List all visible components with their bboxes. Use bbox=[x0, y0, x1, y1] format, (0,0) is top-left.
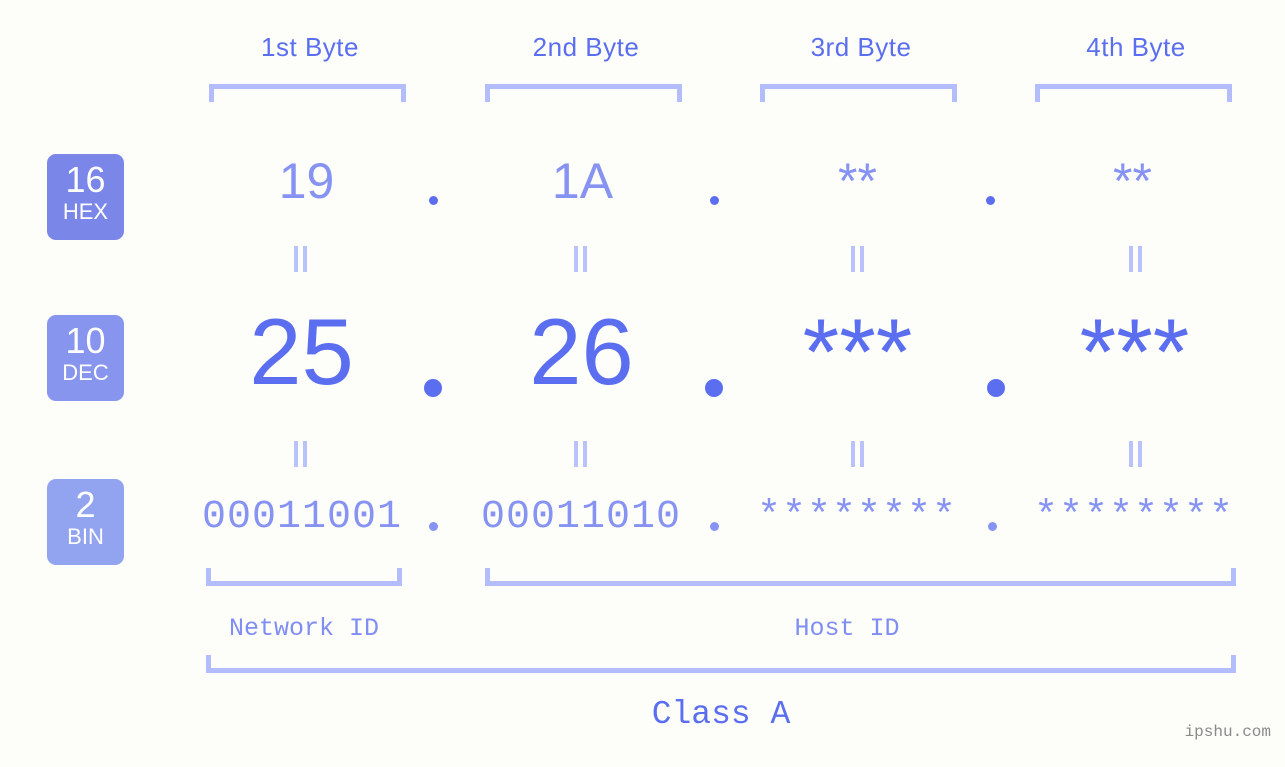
class-label: Class A bbox=[651, 696, 791, 733]
radix-badge-dec: 10 DEC bbox=[47, 315, 124, 401]
equals-mark-dec-bin-3 bbox=[850, 441, 866, 467]
byte-header-1: 1st Byte bbox=[261, 32, 359, 62]
equals-mark-hex-dec-4 bbox=[1128, 246, 1144, 272]
dec-byte-1: 25 bbox=[249, 299, 354, 404]
radix-badge-dec-name: DEC bbox=[62, 360, 109, 385]
dec-byte-4: *** bbox=[1079, 299, 1190, 404]
byte-bracket-4 bbox=[1035, 84, 1232, 102]
radix-badge-bin-number: 2 bbox=[75, 484, 96, 525]
radix-badge-hex: 16 HEX bbox=[47, 154, 124, 240]
hex-byte-2: 1A bbox=[551, 153, 614, 209]
radix-badge-hex-name: HEX bbox=[62, 199, 109, 224]
bin-byte-2: 00011010 bbox=[481, 495, 682, 540]
radix-badge-hex-number: 16 bbox=[65, 159, 106, 200]
equals-mark-dec-bin-2 bbox=[573, 441, 589, 467]
hex-byte-3: ** bbox=[838, 153, 877, 209]
byte-bracket-1 bbox=[209, 84, 406, 102]
dec-dot-1 bbox=[424, 379, 442, 397]
equals-mark-hex-dec-2 bbox=[573, 246, 589, 272]
radix-badge-bin: 2 BIN bbox=[47, 479, 124, 565]
watermark: ipshu.com bbox=[1184, 723, 1271, 741]
byte-header-2: 2nd Byte bbox=[532, 32, 640, 62]
ip-breakdown-diagram: 1st Byte 2nd Byte 3rd Byte 4th Byte 16 H… bbox=[0, 0, 1285, 767]
class-bracket bbox=[206, 655, 1236, 673]
hex-byte-4: ** bbox=[1113, 153, 1152, 209]
host-id-label: Host ID bbox=[794, 614, 900, 643]
dec-byte-3: *** bbox=[802, 299, 913, 404]
host-id-bracket bbox=[485, 568, 1236, 586]
bin-byte-4: ******** bbox=[1034, 495, 1235, 540]
hex-dot-3 bbox=[986, 196, 995, 205]
hex-dot-1 bbox=[429, 196, 438, 205]
network-id-label: Network ID bbox=[228, 614, 380, 643]
bin-byte-1: 00011001 bbox=[202, 495, 403, 540]
byte-header-3: 3rd Byte bbox=[810, 32, 912, 62]
bin-dot-3 bbox=[988, 522, 997, 531]
bin-dot-1 bbox=[429, 522, 438, 531]
bin-byte-3: ******** bbox=[757, 495, 958, 540]
bin-dot-2 bbox=[710, 522, 719, 531]
equals-mark-hex-dec-3 bbox=[850, 246, 866, 272]
dec-dot-3 bbox=[987, 379, 1005, 397]
byte-bracket-2 bbox=[485, 84, 682, 102]
dec-byte-2: 26 bbox=[529, 299, 634, 404]
dec-dot-2 bbox=[705, 379, 723, 397]
equals-mark-dec-bin-4 bbox=[1128, 441, 1144, 467]
equals-mark-hex-dec-1 bbox=[293, 246, 309, 272]
radix-badge-dec-number: 10 bbox=[65, 320, 106, 361]
network-id-bracket bbox=[206, 568, 402, 586]
byte-bracket-3 bbox=[760, 84, 957, 102]
byte-header-4: 4th Byte bbox=[1086, 32, 1186, 62]
radix-badge-bin-name: BIN bbox=[67, 524, 104, 549]
hex-byte-1: 19 bbox=[278, 153, 335, 209]
equals-mark-dec-bin-1 bbox=[293, 441, 309, 467]
hex-dot-2 bbox=[710, 196, 719, 205]
